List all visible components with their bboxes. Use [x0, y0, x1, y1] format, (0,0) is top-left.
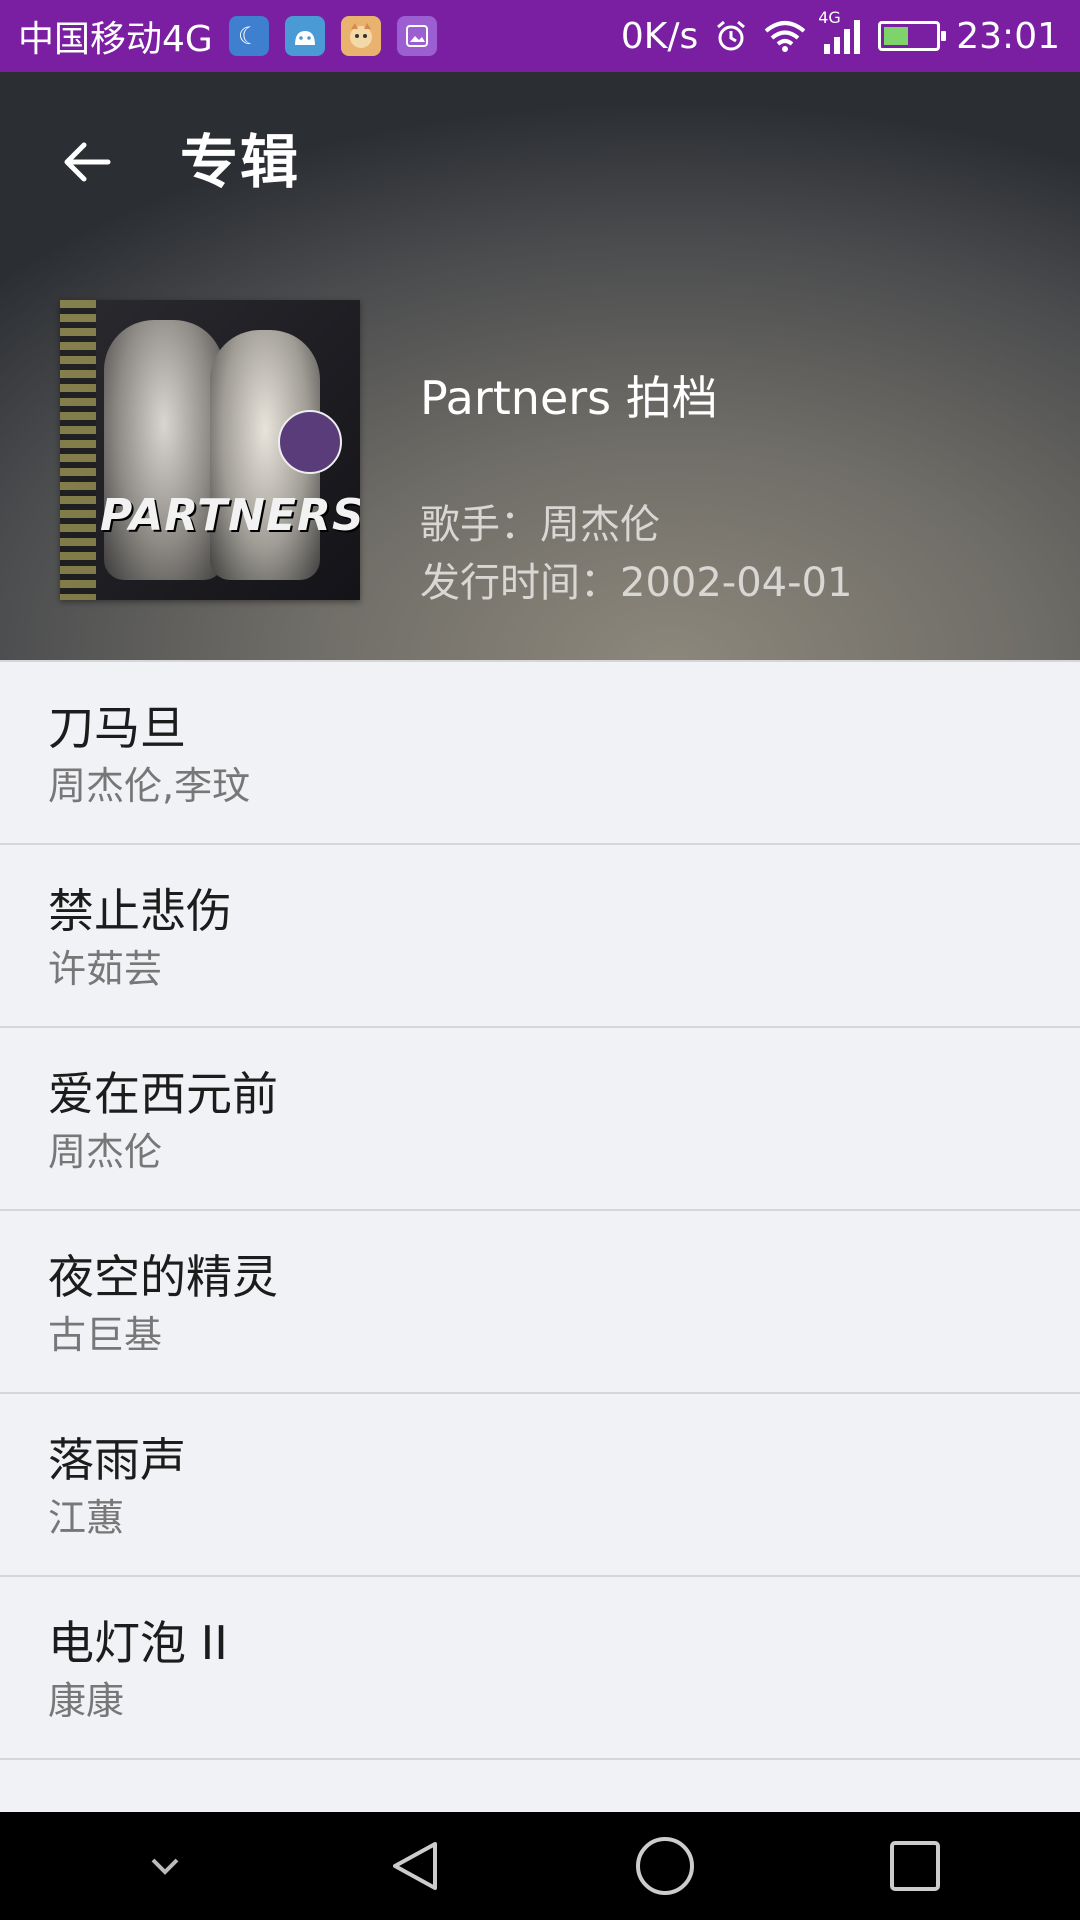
- clock: 23:01: [956, 15, 1060, 57]
- arrow-left-icon: [64, 142, 111, 182]
- home-nav-button[interactable]: [620, 1821, 710, 1911]
- wifi-icon: [764, 19, 806, 53]
- pet-app-icon: [340, 16, 381, 56]
- circle-home-icon: [636, 1837, 694, 1895]
- song-artist: 康康: [48, 1679, 125, 1723]
- song-list-item[interactable]: 夜空的精灵 古巨基: [0, 1211, 1080, 1394]
- android-icon: [284, 16, 325, 56]
- song-list-item[interactable]: 爱在西元前 周杰伦: [0, 1028, 1080, 1211]
- triangle-back-icon: [393, 1842, 437, 1890]
- song-list-item[interactable]: 落雨声 江蕙: [0, 1394, 1080, 1577]
- song-list: 刀马旦 周杰伦,李玟 禁止悲伤 许茹芸 爱在西元前 周杰伦 夜空的精灵 古巨基 …: [0, 660, 1080, 1920]
- carrier-label: 中国移动4G: [18, 19, 213, 60]
- album-release-date: 发行时间：2002-04-01: [420, 560, 853, 606]
- song-artist: 许茹芸: [48, 947, 163, 991]
- album-name: Partners 拍档: [420, 371, 718, 425]
- song-artist: 周杰伦: [48, 1130, 163, 1174]
- song-artist: 周杰伦,李玟: [48, 764, 251, 808]
- album-meta: 歌手：周杰伦 发行时间：2002-04-01: [420, 496, 852, 612]
- status-bar: 中国移动4G ☾ 0K/s 4G 23:01: [0, 0, 1080, 72]
- album-cover: PARTNERS: [60, 300, 360, 600]
- back-button[interactable]: [48, 124, 124, 200]
- chevron-down-icon: [151, 1858, 179, 1875]
- battery-icon: [878, 21, 947, 51]
- song-artist: 江蕙: [48, 1496, 125, 1540]
- square-recents-icon: [890, 1841, 940, 1891]
- song-artist: 古巨基: [48, 1313, 163, 1357]
- song-title: 夜空的精灵: [48, 1250, 278, 1304]
- back-nav-button[interactable]: [370, 1821, 460, 1911]
- network-speed: 0K/s: [620, 15, 699, 57]
- navigation-bar: [0, 1812, 1080, 1920]
- song-list-item[interactable]: 刀马旦 周杰伦,李玟: [0, 662, 1080, 845]
- moon-icon: ☾: [228, 16, 269, 56]
- recents-nav-button[interactable]: [870, 1821, 960, 1911]
- network-type: 4G: [818, 8, 841, 27]
- song-title: 刀马旦: [48, 701, 186, 755]
- song-title: 禁止悲伤: [48, 884, 232, 938]
- song-list-item[interactable]: 禁止悲伤 许茹芸: [0, 845, 1080, 1028]
- gallery-icon: [396, 16, 437, 56]
- cover-title: PARTNERS: [100, 490, 360, 541]
- song-list-item[interactable]: 电灯泡 II 康康: [0, 1577, 1080, 1760]
- page-title: 专辑: [180, 128, 301, 196]
- alarm-icon: [714, 19, 748, 53]
- hide-nav-button[interactable]: [120, 1821, 210, 1911]
- album-header: 专辑 PARTNERS Partners 拍档 歌手：周杰伦 发行时间：2002…: [0, 72, 1080, 660]
- song-title: 落雨声: [48, 1433, 186, 1487]
- signal-icon: 4G: [818, 8, 862, 54]
- status-bar-left: 中国移动4G ☾: [18, 10, 437, 62]
- album-artist: 歌手：周杰伦: [420, 502, 660, 548]
- status-bar-right: 0K/s 4G 23:01: [620, 8, 1060, 57]
- song-title: 电灯泡 II: [48, 1616, 228, 1670]
- song-title: 爱在西元前: [48, 1067, 278, 1121]
